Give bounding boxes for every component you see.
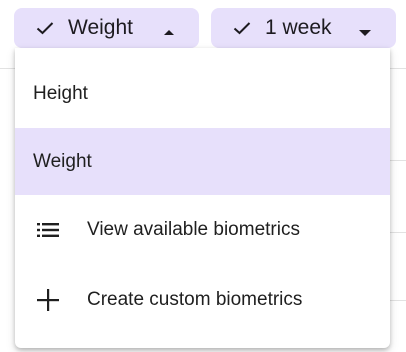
check-icon xyxy=(36,21,54,35)
menu-option-height[interactable]: Height xyxy=(15,62,390,126)
metric-filter-label: Weight xyxy=(68,16,133,39)
background-divider xyxy=(390,300,406,301)
create-custom-biometrics-item[interactable]: Create custom biometrics xyxy=(15,266,390,334)
background-divider xyxy=(390,232,406,233)
background-divider xyxy=(390,160,406,161)
range-filter-label: 1 week xyxy=(265,16,332,39)
metric-filter-chip[interactable]: Weight xyxy=(14,8,199,48)
check-icon xyxy=(233,21,251,35)
menu-action-label: View available biometrics xyxy=(87,219,300,240)
arrow-up-icon xyxy=(163,21,175,45)
plus-icon xyxy=(37,289,59,311)
range-filter-chip[interactable]: 1 week xyxy=(211,8,396,48)
menu-option-label: Weight xyxy=(33,150,92,172)
list-icon xyxy=(37,222,59,238)
menu-option-label: Height xyxy=(33,83,88,104)
metric-dropdown-menu: Height Weight View available biometrics … xyxy=(15,48,390,348)
menu-option-weight[interactable]: Weight xyxy=(15,128,390,195)
arrow-down-icon xyxy=(358,21,372,45)
menu-action-label: Create custom biometrics xyxy=(87,289,303,310)
view-available-biometrics-item[interactable]: View available biometrics xyxy=(15,196,390,264)
